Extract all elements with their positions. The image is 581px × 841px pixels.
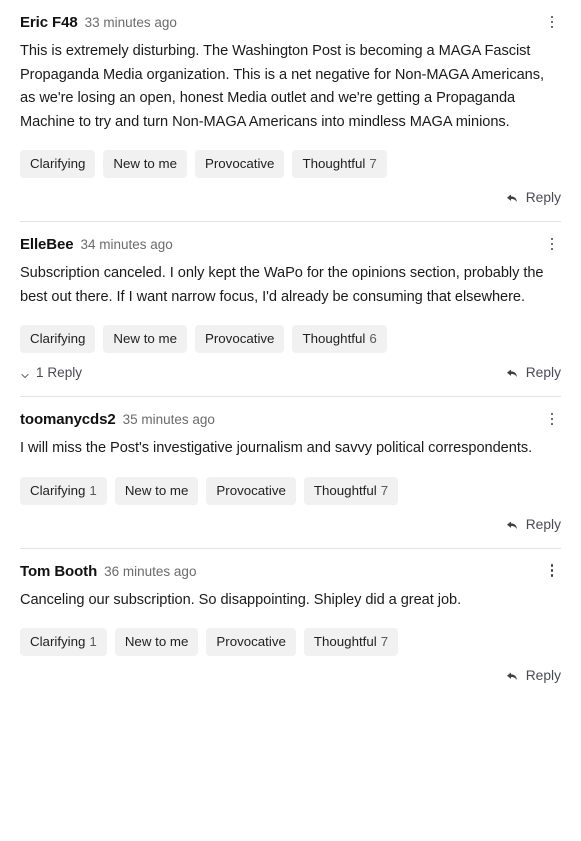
reaction-chip-provocative[interactable]: Provocative xyxy=(206,476,296,505)
reaction-chip-thoughtful[interactable]: Thoughtful 7 xyxy=(303,476,399,505)
reply-button-label: Reply xyxy=(525,516,561,532)
reaction-chip-clarifying[interactable]: Clarifying xyxy=(20,325,96,353)
replies-expander-label: 1 Reply xyxy=(36,365,83,380)
reply-button-label: Reply xyxy=(525,365,561,380)
comment-timestamp: 34 minutes ago xyxy=(80,237,173,252)
reaction-chip-provocative[interactable]: Provocative xyxy=(206,628,296,656)
comment-author[interactable]: Eric F48 xyxy=(20,14,78,31)
comment-author[interactable]: toomanycds2 xyxy=(20,411,116,428)
reply-button-label: Reply xyxy=(525,668,561,683)
reply-button-label: Reply xyxy=(525,190,561,205)
more-options-icon[interactable] xyxy=(543,234,561,254)
reaction-chip-count: 7 xyxy=(369,156,377,171)
comment-author[interactable]: Tom Booth xyxy=(20,563,97,580)
chevron-down-icon xyxy=(20,369,30,379)
comment: Tom Booth 36 minutes ago Canceling our sub… xyxy=(0,549,581,700)
reply-arrow-icon xyxy=(506,670,519,683)
reaction-chip-thoughtful[interactable]: Thoughtful 7 xyxy=(292,150,387,178)
reaction-chip-new-to-me[interactable]: New to me xyxy=(114,476,199,505)
comments-thread: Eric F48 33 minutes ago This is extremely … xyxy=(0,0,581,699)
comment: ElleBee 34 minutes ago Subscription cancel… xyxy=(0,222,581,396)
reaction-row: Clarifying 1 New to me Provocative Thoughtfu… xyxy=(20,476,561,505)
reaction-chip-clarifying[interactable]: Clarifying 1 xyxy=(20,476,107,505)
reaction-chip-label: Clarifying xyxy=(30,634,86,649)
reply-arrow-icon xyxy=(506,367,519,380)
reaction-chip-label: Thoughtful xyxy=(302,156,366,171)
more-options-icon[interactable] xyxy=(543,409,561,429)
reaction-row: Clarifying New to me Provocative Thoughtful… xyxy=(20,325,561,353)
reaction-chip-label: Clarifying xyxy=(30,331,86,346)
comment-timestamp: 33 minutes ago xyxy=(84,15,177,30)
more-options-icon[interactable] xyxy=(543,561,561,581)
reaction-chip-label: Clarifying xyxy=(30,482,86,498)
reaction-chip-count: 7 xyxy=(380,482,389,498)
comment-footer: Reply xyxy=(20,668,561,699)
reply-button[interactable]: Reply xyxy=(506,365,561,380)
reaction-chip-label: Provocative xyxy=(204,331,275,346)
comment-timestamp: 36 minutes ago xyxy=(104,563,197,579)
reaction-chip-label: Thoughtful xyxy=(313,482,377,498)
comment-footer: Reply xyxy=(20,517,561,548)
more-options-icon[interactable] xyxy=(543,12,561,32)
reply-arrow-icon xyxy=(506,192,519,205)
reaction-chip-label: Provocative xyxy=(216,482,286,498)
reaction-chip-label: New to me xyxy=(113,331,177,346)
comment-body: I will miss the Post's investigative jou… xyxy=(20,440,533,456)
reaction-chip-label: Provocative xyxy=(216,634,286,649)
reaction-chip-thoughtful[interactable]: Thoughtful 6 xyxy=(292,325,387,353)
comment-body: This is extremely disturbing. The Washin… xyxy=(20,43,544,130)
reaction-chip-new-to-me[interactable]: New to me xyxy=(103,325,187,353)
reaction-chip-new-to-me[interactable]: New to me xyxy=(103,150,187,178)
comment-body: Subscription canceled. I only kept the W… xyxy=(20,265,544,305)
reaction-chip-label: Thoughtful xyxy=(313,634,377,649)
reaction-chip-thoughtful[interactable]: Thoughtful 7 xyxy=(303,628,399,656)
reaction-chip-clarifying[interactable]: Clarifying xyxy=(20,150,96,178)
reaction-chip-label: New to me xyxy=(124,634,189,649)
comment: toomanycds2 35 minutes ago I will miss the… xyxy=(0,397,581,548)
reaction-chip-count: 1 xyxy=(89,482,97,498)
comment-header: Eric F48 33 minutes ago xyxy=(20,0,561,31)
reaction-chip-new-to-me[interactable]: New to me xyxy=(114,628,199,656)
reaction-chip-provocative[interactable]: Provocative xyxy=(194,325,285,353)
comment-author[interactable]: ElleBee xyxy=(20,236,74,253)
reaction-chip-label: Provocative xyxy=(204,156,275,171)
reply-button[interactable]: Reply xyxy=(506,190,561,205)
reaction-chip-label: Thoughtful xyxy=(302,331,366,346)
reply-button[interactable]: Reply xyxy=(506,517,561,532)
reply-arrow-icon xyxy=(506,519,519,532)
reaction-chip-provocative[interactable]: Provocative xyxy=(194,150,285,178)
reaction-chip-count: 1 xyxy=(89,634,97,649)
comment-header: toomanycds2 35 minutes ago xyxy=(20,397,561,428)
comment-header: Tom Booth 36 minutes ago xyxy=(20,549,561,580)
reaction-chip-clarifying[interactable]: Clarifying 1 xyxy=(20,628,107,656)
replies-expander[interactable]: 1 Reply xyxy=(20,365,82,380)
reaction-chip-label: New to me xyxy=(113,156,177,171)
reaction-row: Clarifying New to me Provocative Thoughtful… xyxy=(20,150,561,178)
reaction-chip-label: New to me xyxy=(124,482,189,498)
comment-header: ElleBee 34 minutes ago xyxy=(20,222,561,253)
reaction-chip-count: 7 xyxy=(380,634,389,649)
comment-timestamp: 35 minutes ago xyxy=(122,412,215,427)
reaction-row: Clarifying 1 New to me Provocative Thoughtfu… xyxy=(20,628,561,656)
comment: Eric F48 33 minutes ago This is extremely … xyxy=(0,0,581,221)
reaction-chip-count: 6 xyxy=(369,331,377,346)
reply-button[interactable]: Reply xyxy=(506,668,561,683)
comment-footer: Reply xyxy=(20,190,561,221)
comment-body: Canceling our subscription. So disappoin… xyxy=(20,591,462,608)
comment-footer: 1 Reply Reply xyxy=(20,365,561,396)
reaction-chip-label: Clarifying xyxy=(30,156,86,171)
